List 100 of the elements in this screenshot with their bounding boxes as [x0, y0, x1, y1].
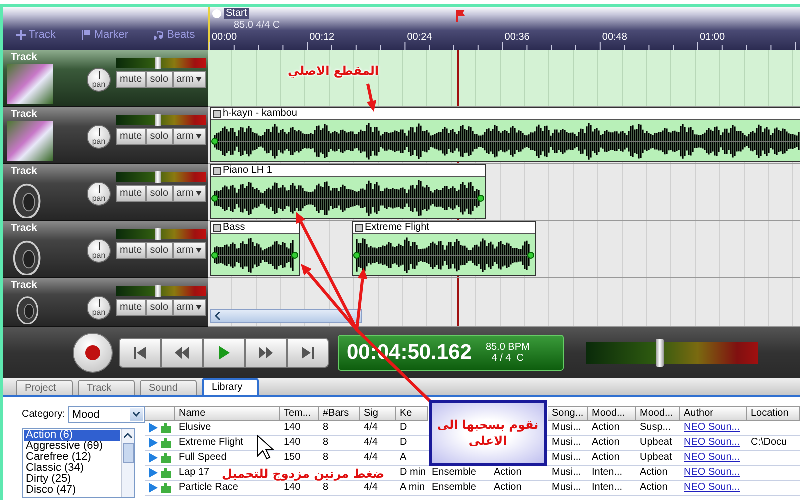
flag-icon	[81, 30, 92, 40]
audio-clip[interactable]: h-kayn - kambou	[210, 107, 800, 162]
audio-clip[interactable]: Piano LH 1	[210, 164, 486, 219]
transport-button[interactable]	[119, 338, 161, 368]
volume-slider[interactable]	[116, 58, 206, 68]
track-name: Track	[10, 223, 38, 234]
category-label: Category:	[22, 409, 66, 420]
column-header[interactable]	[145, 406, 175, 421]
track-button[interactable]: solo	[146, 242, 173, 259]
transport-button[interactable]	[287, 338, 329, 368]
track-button[interactable]: solo	[146, 128, 173, 145]
column-header[interactable]: #Bars	[319, 406, 360, 421]
pan-knob[interactable]: pan	[87, 68, 111, 92]
track-header-panel[interactable]: Track pan mute solo arm	[3, 221, 208, 278]
list-item[interactable]: Dirty (25)	[24, 474, 120, 485]
list-item[interactable]: Disco (47)	[24, 485, 120, 496]
author-link[interactable]: NEO Soun...	[684, 422, 740, 433]
tab[interactable]: Library	[202, 378, 259, 395]
author-link[interactable]: NEO Soun...	[684, 482, 740, 493]
author-link[interactable]: NEO Soun...	[684, 452, 740, 463]
signature-readout: 4 / 4 C	[492, 352, 524, 364]
list-item[interactable]: Aggressive (69)	[24, 441, 120, 452]
record-icon	[85, 344, 101, 360]
audio-clip[interactable]: Bass	[210, 221, 300, 276]
start-marker-icon[interactable]	[212, 9, 222, 19]
volume-slider[interactable]	[116, 172, 206, 182]
pan-knob[interactable]: pan	[87, 296, 111, 320]
record-button[interactable]	[73, 332, 113, 372]
track-header-panel[interactable]: Track pan mute solo arm	[3, 107, 208, 164]
list-item[interactable]: Carefree (12)	[24, 452, 120, 463]
transport-button[interactable]	[245, 338, 287, 368]
slider-thumb[interactable]	[155, 228, 162, 240]
table-cell: Inten...	[588, 481, 636, 496]
track-button[interactable]: arm	[172, 71, 206, 88]
author-link[interactable]: NEO Soun...	[684, 437, 740, 448]
table-cell: A min	[396, 481, 428, 496]
toolbar-button[interactable]: Marker	[81, 29, 129, 41]
track-header-panel[interactable]: Track pan mute solo arm	[3, 50, 208, 107]
track-button[interactable]: mute	[116, 299, 146, 316]
track-header-panel[interactable]: Track pan mute solo arm	[3, 278, 208, 327]
track-button[interactable]: arm	[172, 128, 206, 145]
column-header[interactable]: Name	[175, 406, 280, 421]
column-header[interactable]: Location	[747, 406, 800, 421]
volume-slider[interactable]	[116, 115, 206, 125]
scroll-left-icon[interactable]	[214, 312, 222, 320]
clip-icon	[355, 224, 363, 232]
volume-slider[interactable]	[116, 286, 206, 296]
transport-button[interactable]	[203, 338, 245, 368]
chevron-up-icon[interactable]	[124, 432, 132, 440]
playhead-flag-icon[interactable]	[456, 10, 466, 22]
track-button[interactable]: mute	[116, 185, 146, 202]
table-cell: D	[396, 421, 428, 436]
column-header[interactable]: Song...	[548, 406, 588, 421]
track-button[interactable]: solo	[146, 299, 173, 316]
tab[interactable]: Project	[16, 380, 73, 395]
slider-thumb[interactable]	[155, 57, 162, 69]
track-button[interactable]: mute	[116, 128, 146, 145]
audio-clip[interactable]: Extreme Flight	[352, 221, 536, 276]
slider-thumb[interactable]	[155, 285, 162, 297]
tab[interactable]: Sound	[140, 380, 197, 395]
track-button[interactable]: solo	[146, 185, 173, 202]
scrollbar-thumb[interactable]	[122, 443, 134, 463]
track-button[interactable]: arm	[172, 185, 206, 202]
column-header[interactable]: Ke	[396, 406, 428, 421]
transport-button[interactable]	[161, 338, 203, 368]
toolbar-button[interactable]: Track	[16, 29, 56, 41]
column-header[interactable]: Tem...	[280, 406, 319, 421]
column-header[interactable]: Sig	[360, 406, 396, 421]
track-button[interactable]: solo	[146, 71, 173, 88]
column-header[interactable]: Mood...	[588, 406, 636, 421]
track-button[interactable]: arm	[172, 299, 206, 316]
column-header[interactable]: Mood...	[636, 406, 680, 421]
pan-knob[interactable]: pan	[87, 182, 111, 206]
category-dropdown[interactable]: Mood	[68, 406, 145, 423]
table-cell: Musi...	[548, 466, 588, 481]
list-item[interactable]: Action (6)	[24, 430, 120, 441]
annotation-label: ضغط مرتين مزدوج للتحميل	[222, 467, 385, 481]
list-item[interactable]: Classic (34)	[24, 463, 120, 474]
start-label: Start	[224, 8, 250, 19]
horizontal-scrollbar[interactable]	[210, 309, 362, 323]
pan-knob[interactable]: pan	[87, 239, 111, 263]
tab[interactable]: Track	[78, 380, 135, 395]
slider-thumb[interactable]	[656, 338, 664, 366]
table-cell: Action	[636, 466, 680, 481]
vertical-scrollbar[interactable]	[121, 429, 134, 497]
pan-knob[interactable]: pan	[87, 125, 111, 149]
track-button[interactable]: mute	[116, 242, 146, 259]
author-link[interactable]: NEO Soun...	[684, 467, 740, 478]
toolbar-button[interactable]: Beats	[154, 29, 196, 41]
tempo-readout: 85.0 BPM	[486, 342, 530, 352]
track-header-panel[interactable]: Track pan mute solo arm	[3, 164, 208, 221]
table-cell: 4/4	[360, 436, 396, 451]
volume-slider[interactable]	[116, 229, 206, 239]
track-button[interactable]: mute	[116, 71, 146, 88]
slider-thumb[interactable]	[155, 114, 162, 126]
column-header[interactable]: Author	[680, 406, 747, 421]
slider-thumb[interactable]	[155, 171, 162, 183]
clip-icon	[213, 224, 221, 232]
track-button[interactable]: arm	[172, 242, 206, 259]
time-label: 00:12	[310, 32, 335, 43]
